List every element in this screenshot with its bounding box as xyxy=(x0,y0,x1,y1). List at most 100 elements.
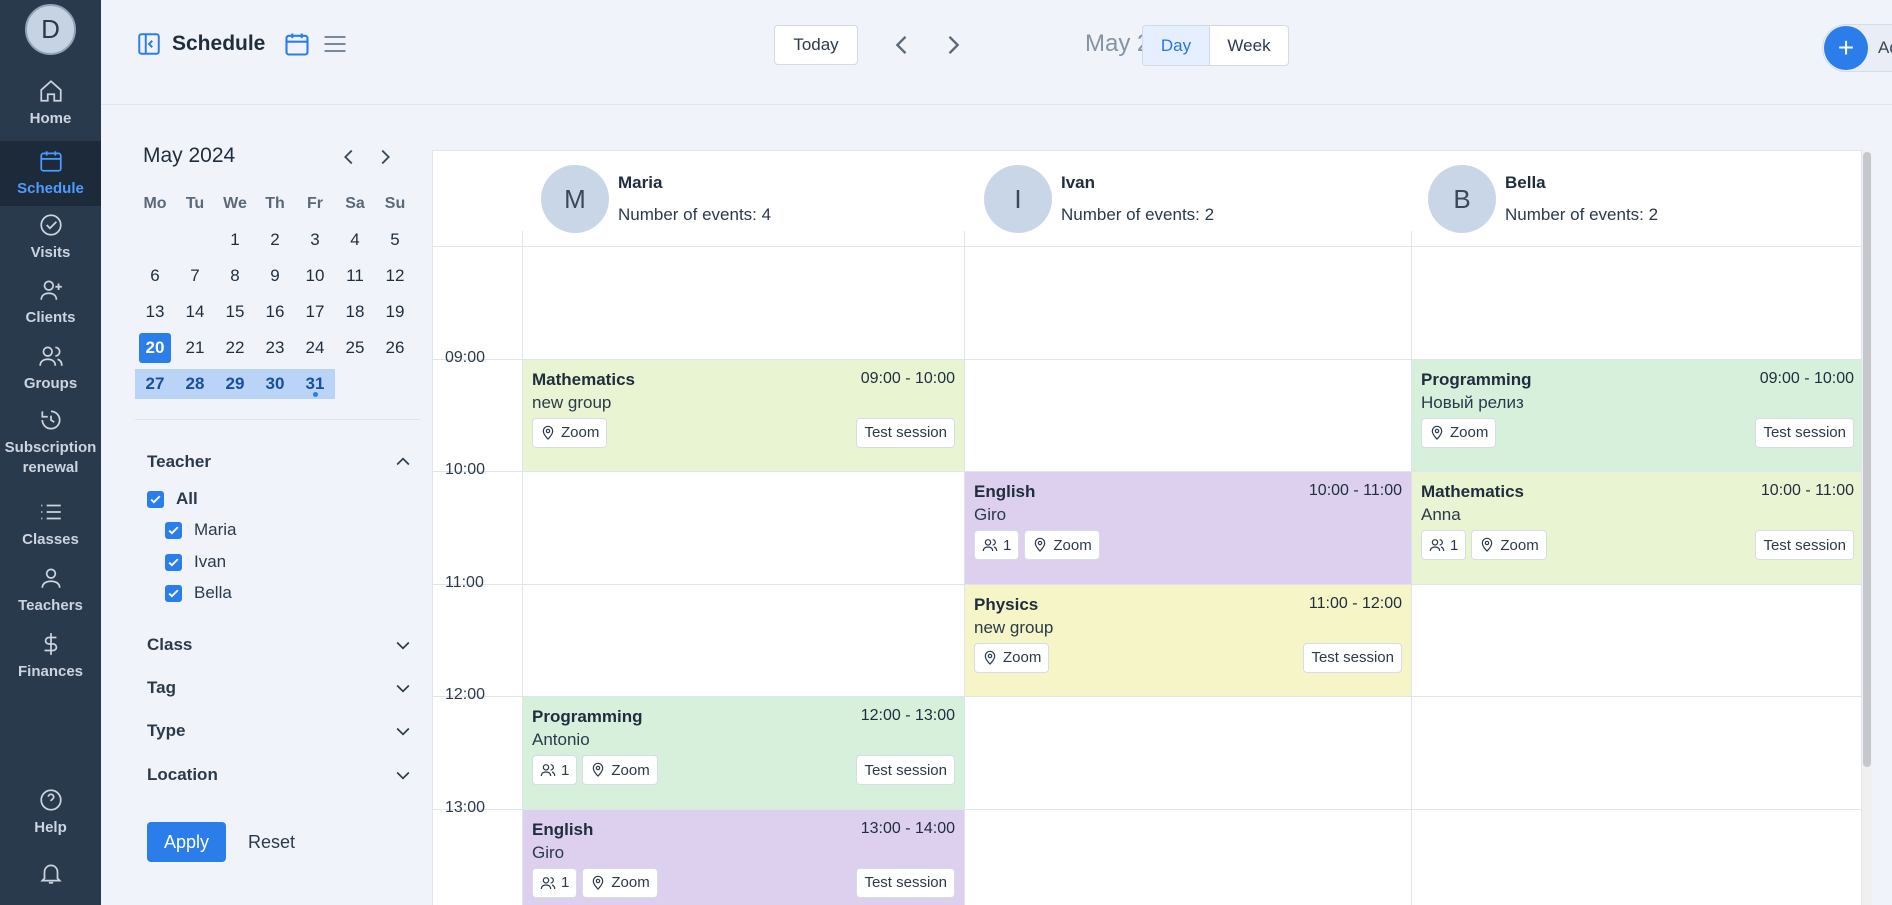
calendar-day[interactable]: 30 xyxy=(255,369,295,399)
calendar-day[interactable]: 10 xyxy=(295,258,335,294)
chevron-down-icon[interactable] xyxy=(393,635,413,655)
check-icon xyxy=(168,589,179,598)
grid-scrollbar[interactable] xyxy=(1862,150,1872,905)
filter-teacher-bella[interactable]: Bella xyxy=(165,583,232,603)
calendar-day[interactable]: 17 xyxy=(295,294,335,330)
chevron-up-icon[interactable] xyxy=(393,452,413,472)
list-view-icon[interactable] xyxy=(321,30,349,58)
chevron-down-icon[interactable] xyxy=(393,765,413,785)
participant-count: 1 xyxy=(561,874,570,891)
view-week-button[interactable]: Week xyxy=(1210,26,1288,65)
filter-type-header[interactable]: Type xyxy=(147,721,185,741)
calendar-day[interactable]: 26 xyxy=(375,330,415,366)
view-day-button[interactable]: Day xyxy=(1143,26,1210,65)
add-event-label: Add event xyxy=(1878,38,1892,57)
checkbox-checked[interactable] xyxy=(165,584,182,602)
filter-teacher-maria[interactable]: Maria xyxy=(165,520,237,540)
filter-teacher-ivan[interactable]: Ivan xyxy=(165,552,226,572)
calendar-day[interactable]: 23 xyxy=(255,330,295,366)
calendar-view-icon[interactable] xyxy=(283,30,311,58)
nav-teachers[interactable]: Teachers xyxy=(0,558,101,623)
calendar-day[interactable]: 18 xyxy=(335,294,375,330)
calendar-day[interactable]: 11 xyxy=(335,258,375,294)
calendar-day[interactable]: 2 xyxy=(255,222,295,258)
filter-teacher-header[interactable]: Teacher xyxy=(147,452,211,472)
prev-day-icon[interactable] xyxy=(888,30,916,60)
calendar-day[interactable]: 9 xyxy=(255,258,295,294)
nav-visits[interactable]: Visits xyxy=(0,205,101,270)
add-event-button[interactable]: + Add event xyxy=(1822,24,1892,72)
session-type-chip: Test session xyxy=(856,417,955,448)
users-icon xyxy=(38,346,63,367)
filter-location-header[interactable]: Location xyxy=(147,765,218,785)
calendar-day[interactable]: 31 xyxy=(295,369,335,399)
next-day-icon[interactable] xyxy=(939,30,967,60)
nav-label: Subscription xyxy=(4,439,97,456)
calendar-day[interactable]: 7 xyxy=(175,258,215,294)
nav-label: Help xyxy=(34,819,67,837)
filter-teacher-all[interactable]: All xyxy=(147,489,198,509)
nav-home[interactable]: Home xyxy=(0,73,101,133)
nav-notifications[interactable] xyxy=(0,855,101,895)
calendar-day[interactable]: 25 xyxy=(335,330,375,366)
nav-clients[interactable]: Clients xyxy=(0,270,101,335)
calendar-day[interactable]: 3 xyxy=(295,222,335,258)
calendar-day[interactable]: 27 xyxy=(135,369,175,399)
event-card[interactable]: Programming 12:00 - 13:00 Antonio 1 Zoom Test… xyxy=(523,697,964,809)
today-button[interactable]: Today xyxy=(774,25,858,65)
time-label: 12:00 xyxy=(445,686,486,703)
checkbox-checked[interactable] xyxy=(165,521,182,539)
calendar-empty xyxy=(135,222,175,258)
calendar-day[interactable]: 21 xyxy=(175,330,215,366)
calendar-day[interactable]: 24 xyxy=(295,330,335,366)
user-avatar[interactable]: D xyxy=(25,4,76,55)
filter-tag-header[interactable]: Tag xyxy=(147,678,176,698)
weekday-header: Sa xyxy=(345,195,365,212)
nav-schedule[interactable]: Schedule xyxy=(0,141,101,206)
calendar-day[interactable]: 6 xyxy=(135,258,175,294)
calendar-day[interactable]: 1 xyxy=(215,222,255,258)
calendar-day[interactable]: 15 xyxy=(215,294,255,330)
checkbox-checked[interactable] xyxy=(165,553,182,571)
calendar-day[interactable]: 28 xyxy=(175,369,215,399)
next-month-icon[interactable] xyxy=(374,146,396,168)
scrollbar-thumb[interactable] xyxy=(1863,152,1871,767)
event-card[interactable]: English 10:00 - 11:00 Giro 1 Zoom xyxy=(965,472,1411,584)
nav-classes[interactable]: Classes xyxy=(0,492,101,557)
chevron-down-icon[interactable] xyxy=(393,721,413,741)
participant-count: 1 xyxy=(1450,536,1459,554)
calendar-day[interactable]: 16 xyxy=(255,294,295,330)
location-pin-icon xyxy=(1482,537,1493,552)
top-header: Schedule Today May 20, 2024 Day Week + A… xyxy=(101,0,1892,105)
calendar-day[interactable]: 5 xyxy=(375,222,415,258)
apply-button[interactable]: Apply xyxy=(147,822,226,862)
event-card[interactable]: Mathematics 09:00 - 10:00 new group Zoom Tes… xyxy=(523,359,964,471)
location-name: Zoom xyxy=(1500,536,1539,554)
weekday-header: Th xyxy=(265,195,285,212)
event-card[interactable]: English 13:00 - 14:00 Giro 1 Zoom Test sessio… xyxy=(523,809,964,905)
prev-month-icon[interactable] xyxy=(338,146,360,168)
event-card[interactable]: Programming 09:00 - 10:00 Новый релиз Zoom T… xyxy=(1412,359,1861,471)
calendar-day[interactable]: 8 xyxy=(215,258,255,294)
nav-groups[interactable]: Groups xyxy=(0,336,101,401)
calendar-day[interactable]: 19 xyxy=(375,294,415,330)
nav-finances[interactable]: Finances xyxy=(0,624,101,689)
event-card[interactable]: Mathematics 10:00 - 11:00 Anna 1 Zoom Test se… xyxy=(1412,472,1861,584)
calendar-day[interactable]: 29 xyxy=(215,369,255,399)
calendar-day[interactable]: 14 xyxy=(175,294,215,330)
nav-subscription-renewal[interactable]: Subscription renewal xyxy=(0,402,101,482)
chevron-down-icon[interactable] xyxy=(393,678,413,698)
reset-button[interactable]: Reset xyxy=(248,832,295,853)
nav-help[interactable]: Help xyxy=(0,780,101,845)
filter-class-header[interactable]: Class xyxy=(147,635,192,655)
location-pin-icon xyxy=(542,425,554,440)
calendar-day[interactable]: 4 xyxy=(335,222,375,258)
calendar-day[interactable]: 20 xyxy=(135,330,175,366)
collapse-sidebar-icon[interactable] xyxy=(136,31,162,57)
event-card[interactable]: Physics 11:00 - 12:00 new group Zoom Test se… xyxy=(965,584,1411,696)
checkbox-checked[interactable] xyxy=(147,490,164,508)
calendar-day[interactable]: 12 xyxy=(375,258,415,294)
calendar-day[interactable]: 22 xyxy=(215,330,255,366)
time-label: 09:00 xyxy=(445,348,486,366)
calendar-day[interactable]: 13 xyxy=(135,294,175,330)
